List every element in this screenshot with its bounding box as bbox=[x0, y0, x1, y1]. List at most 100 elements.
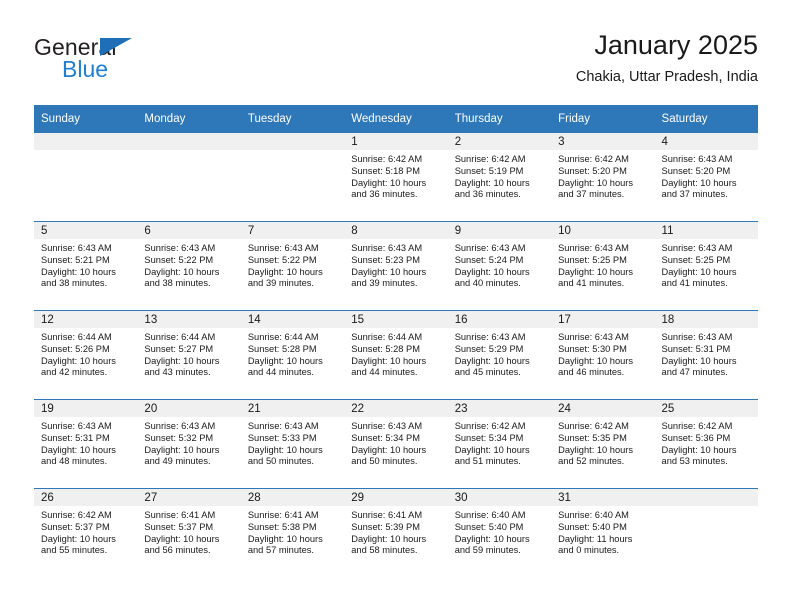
day-cell[interactable]: 25 Sunrise: 6:42 AM Sunset: 5:36 PM Dayligh… bbox=[654, 399, 758, 489]
day-detail-line: Sunrise: 6:43 AM bbox=[454, 243, 526, 253]
day-detail-line: Daylight: 10 hours bbox=[558, 355, 634, 366]
calendar-week-row: 26 Sunrise: 6:42 AM Sunset: 5:37 PM Dayligh… bbox=[34, 488, 758, 577]
day-number: 6 bbox=[137, 222, 241, 239]
day-detail-line: Sunset: 5:21 PM bbox=[41, 254, 110, 265]
day-cell[interactable]: 14 Sunrise: 6:44 AM Sunset: 5:28 PM Dayligh… bbox=[240, 310, 345, 400]
day-detail-line: and 55 minutes. bbox=[41, 545, 108, 556]
day-detail-line: Daylight: 10 hours bbox=[351, 266, 427, 277]
day-details: Sunrise: 6:43 AM Sunset: 5:33 PM Daylight:… bbox=[241, 417, 344, 468]
day-cell-empty bbox=[240, 133, 345, 222]
day-number: 20 bbox=[137, 400, 241, 417]
day-detail-line: Daylight: 10 hours bbox=[247, 266, 323, 277]
day-cell[interactable]: 18 Sunrise: 6:43 AM Sunset: 5:31 PM Dayligh… bbox=[654, 310, 758, 400]
day-detail-line: Daylight: 10 hours bbox=[41, 355, 116, 366]
day-detail-line: Sunrise: 6:43 AM bbox=[247, 243, 319, 253]
weekday-header-friday: Friday bbox=[551, 105, 655, 133]
day-cell[interactable]: 10 Sunrise: 6:43 AM Sunset: 5:25 PM Dayligh… bbox=[551, 221, 655, 311]
day-detail-line: Sunset: 5:18 PM bbox=[351, 165, 420, 176]
day-detail-line: Sunrise: 6:43 AM bbox=[661, 154, 733, 164]
day-cell[interactable]: 29 Sunrise: 6:41 AM Sunset: 5:39 PM Dayligh… bbox=[344, 488, 448, 577]
day-detail-line: Sunset: 5:24 PM bbox=[454, 254, 524, 265]
day-cell[interactable]: 1 Sunrise: 6:42 AM Sunset: 5:18 PM Daylight… bbox=[344, 133, 448, 222]
day-number: 10 bbox=[551, 222, 655, 239]
day-cell[interactable]: 5 Sunrise: 6:43 AM Sunset: 5:21 PM Daylight… bbox=[34, 221, 138, 311]
day-detail-line: and 44 minutes. bbox=[247, 367, 314, 378]
day-details: Sunrise: 6:40 AM Sunset: 5:40 PM Daylight:… bbox=[551, 506, 654, 557]
day-detail-line: and 49 minutes. bbox=[144, 456, 211, 467]
day-detail-line: Sunset: 5:40 PM bbox=[454, 521, 524, 532]
day-details bbox=[137, 150, 240, 154]
day-cell[interactable]: 9 Sunrise: 6:43 AM Sunset: 5:24 PM Daylight… bbox=[447, 221, 552, 311]
day-number: 25 bbox=[654, 400, 758, 417]
day-cell[interactable]: 19 Sunrise: 6:43 AM Sunset: 5:31 PM Dayligh… bbox=[34, 399, 138, 489]
day-cell[interactable]: 13 Sunrise: 6:44 AM Sunset: 5:27 PM Dayligh… bbox=[137, 310, 241, 400]
day-cell[interactable]: 20 Sunrise: 6:43 AM Sunset: 5:32 PM Dayligh… bbox=[137, 399, 241, 489]
day-details: Sunrise: 6:43 AM Sunset: 5:23 PM Daylight:… bbox=[344, 239, 447, 290]
day-detail-line: Daylight: 10 hours bbox=[144, 533, 220, 544]
day-detail-line: and 39 minutes. bbox=[247, 278, 314, 289]
day-cell[interactable]: 4 Sunrise: 6:43 AM Sunset: 5:20 PM Daylight… bbox=[654, 133, 758, 222]
day-number: 18 bbox=[654, 311, 758, 328]
day-cell[interactable]: 7 Sunrise: 6:43 AM Sunset: 5:22 PM Daylight… bbox=[240, 221, 345, 311]
day-number: 29 bbox=[344, 489, 448, 506]
day-detail-line: Daylight: 10 hours bbox=[558, 444, 634, 455]
day-number bbox=[34, 133, 138, 150]
calendar-body: 1 Sunrise: 6:42 AM Sunset: 5:18 PM Daylight… bbox=[34, 133, 758, 577]
day-cell[interactable]: 3 Sunrise: 6:42 AM Sunset: 5:20 PM Daylight… bbox=[551, 133, 655, 222]
day-cell[interactable]: 6 Sunrise: 6:43 AM Sunset: 5:22 PM Daylight… bbox=[137, 221, 241, 311]
day-detail-line: Daylight: 10 hours bbox=[41, 266, 116, 277]
day-cell[interactable]: 22 Sunrise: 6:43 AM Sunset: 5:34 PM Dayligh… bbox=[344, 399, 448, 489]
day-cell[interactable]: 27 Sunrise: 6:41 AM Sunset: 5:37 PM Dayligh… bbox=[137, 488, 241, 577]
day-detail-line: Sunset: 5:30 PM bbox=[558, 343, 627, 354]
day-number: 13 bbox=[137, 311, 241, 328]
day-cell[interactable]: 15 Sunrise: 6:44 AM Sunset: 5:28 PM Dayligh… bbox=[344, 310, 448, 400]
day-detail-line: Sunset: 5:22 PM bbox=[144, 254, 214, 265]
day-cell[interactable]: 21 Sunrise: 6:43 AM Sunset: 5:33 PM Dayligh… bbox=[240, 399, 345, 489]
day-detail-line: Sunrise: 6:43 AM bbox=[661, 332, 733, 342]
calendar-week-row: 12 Sunrise: 6:44 AM Sunset: 5:26 PM Dayligh… bbox=[34, 310, 758, 400]
day-cell[interactable]: 16 Sunrise: 6:43 AM Sunset: 5:29 PM Dayligh… bbox=[447, 310, 552, 400]
day-details: Sunrise: 6:44 AM Sunset: 5:28 PM Daylight:… bbox=[344, 328, 447, 379]
day-number: 24 bbox=[551, 400, 655, 417]
day-cell[interactable]: 11 Sunrise: 6:43 AM Sunset: 5:25 PM Dayligh… bbox=[654, 221, 758, 311]
day-cell[interactable]: 31 Sunrise: 6:40 AM Sunset: 5:40 PM Dayligh… bbox=[551, 488, 655, 577]
day-cell[interactable]: 24 Sunrise: 6:42 AM Sunset: 5:35 PM Dayligh… bbox=[551, 399, 655, 489]
day-number: 30 bbox=[447, 489, 552, 506]
day-details: Sunrise: 6:43 AM Sunset: 5:20 PM Daylight:… bbox=[655, 150, 758, 201]
day-detail-line: Sunset: 5:26 PM bbox=[41, 343, 110, 354]
day-detail-line: and 53 minutes. bbox=[661, 456, 728, 467]
day-cell[interactable]: 30 Sunrise: 6:40 AM Sunset: 5:40 PM Dayligh… bbox=[447, 488, 552, 577]
day-number: 22 bbox=[344, 400, 448, 417]
day-detail-line: Daylight: 10 hours bbox=[661, 444, 737, 455]
day-cell[interactable]: 12 Sunrise: 6:44 AM Sunset: 5:26 PM Dayligh… bbox=[34, 310, 138, 400]
day-detail-line: and 41 minutes. bbox=[661, 278, 728, 289]
day-detail-line: Daylight: 10 hours bbox=[454, 177, 530, 188]
day-detail-line: Sunrise: 6:40 AM bbox=[558, 510, 629, 520]
day-cell[interactable]: 17 Sunrise: 6:43 AM Sunset: 5:30 PM Dayligh… bbox=[551, 310, 655, 400]
day-details: Sunrise: 6:43 AM Sunset: 5:21 PM Daylight:… bbox=[34, 239, 137, 290]
day-detail-line: and 48 minutes. bbox=[41, 456, 108, 467]
day-detail-line: Sunset: 5:20 PM bbox=[661, 165, 731, 176]
day-detail-line: and 37 minutes. bbox=[558, 189, 625, 200]
day-cell[interactable]: 28 Sunrise: 6:41 AM Sunset: 5:38 PM Dayligh… bbox=[240, 488, 345, 577]
day-cell[interactable]: 2 Sunrise: 6:42 AM Sunset: 5:19 PM Daylight… bbox=[447, 133, 552, 222]
day-detail-line: and 58 minutes. bbox=[351, 545, 418, 556]
day-detail-line: Sunrise: 6:44 AM bbox=[351, 332, 423, 342]
day-detail-line: Sunset: 5:34 PM bbox=[454, 432, 524, 443]
day-details: Sunrise: 6:41 AM Sunset: 5:37 PM Daylight:… bbox=[137, 506, 240, 557]
day-detail-line: Sunrise: 6:42 AM bbox=[454, 421, 526, 431]
day-number: 23 bbox=[447, 400, 552, 417]
calendar-page: General Blue January 2025 Chakia, Uttar … bbox=[0, 0, 792, 612]
day-cell[interactable]: 26 Sunrise: 6:42 AM Sunset: 5:37 PM Dayligh… bbox=[34, 488, 138, 577]
day-detail-line: Daylight: 10 hours bbox=[351, 355, 427, 366]
day-detail-line: Sunset: 5:28 PM bbox=[351, 343, 420, 354]
day-detail-line: and 41 minutes. bbox=[558, 278, 625, 289]
day-number bbox=[137, 133, 241, 150]
day-cell[interactable]: 23 Sunrise: 6:42 AM Sunset: 5:34 PM Dayligh… bbox=[447, 399, 552, 489]
day-details: Sunrise: 6:43 AM Sunset: 5:29 PM Daylight:… bbox=[448, 328, 551, 379]
day-cell[interactable]: 8 Sunrise: 6:43 AM Sunset: 5:23 PM Daylight… bbox=[344, 221, 448, 311]
day-detail-line: Sunset: 5:39 PM bbox=[351, 521, 420, 532]
day-detail-line: Sunset: 5:35 PM bbox=[558, 432, 627, 443]
day-detail-line: Sunset: 5:36 PM bbox=[661, 432, 731, 443]
day-detail-line: Daylight: 10 hours bbox=[144, 355, 220, 366]
